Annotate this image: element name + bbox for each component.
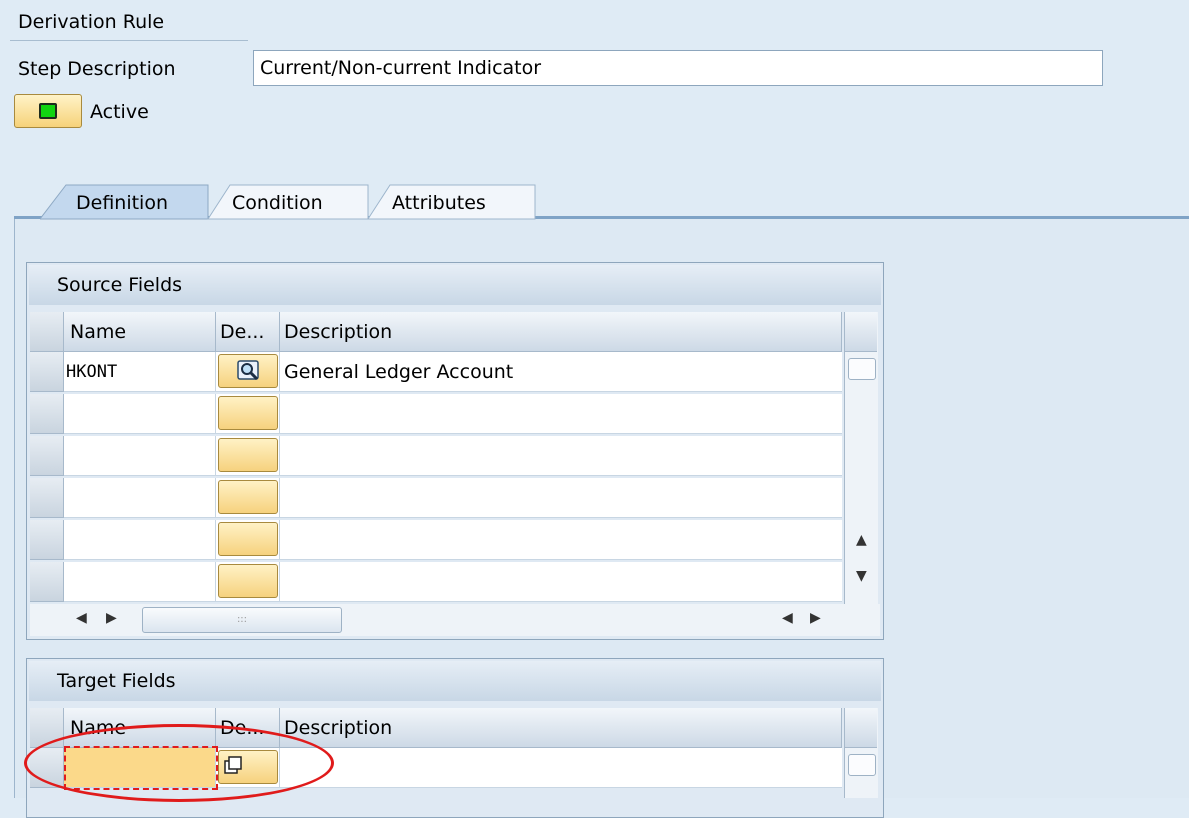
active-status-button[interactable] bbox=[14, 94, 82, 128]
row-selector[interactable] bbox=[30, 436, 64, 476]
row-selector[interactable] bbox=[30, 562, 64, 602]
description-cell: General Ledger Account bbox=[280, 352, 842, 392]
column-header-description[interactable]: Description bbox=[280, 708, 842, 748]
select-all-corner[interactable] bbox=[30, 312, 64, 352]
search-help-icon bbox=[237, 360, 259, 381]
tab-condition[interactable]: Condition bbox=[232, 188, 323, 218]
scroll-down-icon[interactable]: ▼ bbox=[856, 568, 867, 584]
de-cell bbox=[216, 352, 280, 392]
search-help-button[interactable] bbox=[218, 354, 278, 388]
scroll-up-icon[interactable]: ▲ bbox=[856, 532, 867, 548]
scroll-box[interactable] bbox=[848, 754, 876, 776]
column-header-de[interactable]: De... bbox=[216, 312, 280, 352]
description-cell bbox=[280, 520, 842, 560]
scroll-right-icon[interactable]: ▶ bbox=[106, 610, 117, 626]
source-vertical-scrollbar[interactable]: ▲ ▼ bbox=[844, 312, 878, 604]
description-cell bbox=[280, 394, 842, 434]
scrollbar-header-cap bbox=[845, 708, 877, 748]
source-horizontal-scrollbar: ◀ ▶ ::: ◀ ▶ bbox=[30, 604, 880, 636]
column-header-description[interactable]: Description bbox=[280, 312, 842, 352]
scroll-right-icon[interactable]: ▶ bbox=[810, 610, 821, 626]
active-label: Active bbox=[90, 101, 149, 123]
description-cell bbox=[280, 562, 842, 602]
scroll-left-icon[interactable]: ◀ bbox=[782, 610, 793, 626]
horizontal-scroll-thumb[interactable]: ::: bbox=[142, 607, 342, 633]
description-cell bbox=[280, 478, 842, 518]
rule-divider bbox=[10, 40, 248, 41]
name-cell[interactable] bbox=[64, 394, 216, 434]
description-cell bbox=[280, 748, 842, 788]
name-cell[interactable] bbox=[64, 520, 216, 560]
de-button[interactable] bbox=[218, 480, 278, 514]
row-selector[interactable] bbox=[30, 394, 64, 434]
column-header-name[interactable]: Name bbox=[64, 312, 216, 352]
description-cell bbox=[280, 436, 842, 476]
row-selector[interactable] bbox=[30, 352, 64, 392]
de-cell bbox=[216, 436, 280, 476]
row-selector[interactable] bbox=[30, 520, 64, 560]
de-cell bbox=[216, 520, 280, 560]
de-button[interactable] bbox=[218, 564, 278, 598]
step-description-input[interactable]: Current/Non-current Indicator bbox=[253, 50, 1103, 86]
name-cell[interactable] bbox=[64, 436, 216, 476]
name-cell[interactable] bbox=[64, 478, 216, 518]
de-button[interactable] bbox=[218, 396, 278, 430]
status-green-icon bbox=[39, 103, 57, 119]
de-cell bbox=[216, 394, 280, 434]
tab-definition[interactable]: Definition bbox=[76, 188, 168, 218]
scroll-left-icon[interactable]: ◀ bbox=[76, 610, 87, 626]
row-selector[interactable] bbox=[30, 478, 64, 518]
annotation-highlight-ellipse bbox=[24, 724, 334, 802]
de-button[interactable] bbox=[218, 438, 278, 472]
source-fields-title: Source Fields bbox=[29, 265, 881, 305]
scrollbar-header-cap bbox=[845, 312, 877, 352]
tab-attributes[interactable]: Attributes bbox=[392, 188, 486, 218]
de-button[interactable] bbox=[218, 522, 278, 556]
name-cell[interactable]: HKONT bbox=[64, 352, 216, 392]
name-cell[interactable] bbox=[64, 562, 216, 602]
de-cell bbox=[216, 562, 280, 602]
de-cell bbox=[216, 478, 280, 518]
scroll-box[interactable] bbox=[848, 358, 876, 380]
target-fields-title: Target Fields bbox=[29, 661, 881, 701]
target-vertical-scrollbar[interactable] bbox=[844, 708, 878, 798]
step-description-label: Step Description bbox=[18, 58, 176, 80]
derivation-rule-label: Derivation Rule bbox=[18, 11, 165, 33]
